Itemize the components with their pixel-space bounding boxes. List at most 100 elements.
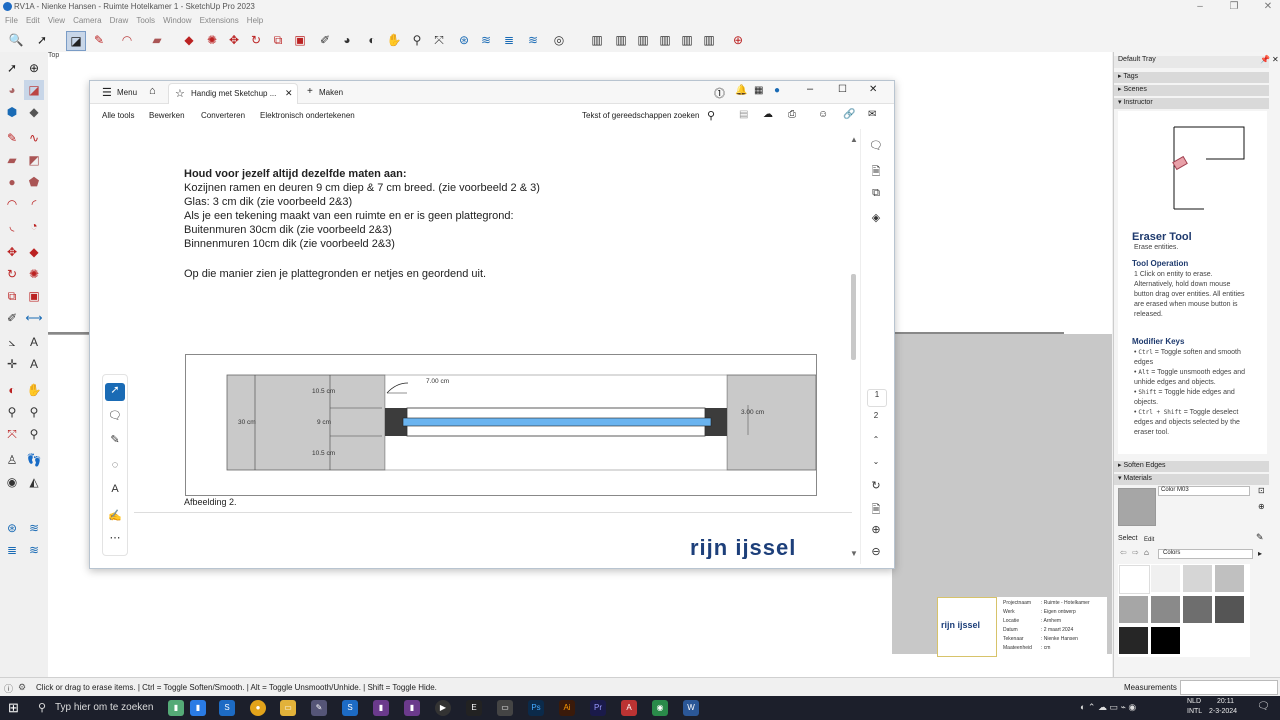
pie-icon[interactable]: ◔	[24, 216, 44, 236]
document-tab[interactable]: ☆ Handig met Sketchup ... ✕	[168, 83, 298, 104]
dimension-icon[interactable]: ⟷	[24, 308, 44, 328]
mail-icon[interactable]: ✉	[868, 109, 876, 120]
bookmark-icon[interactable]: 🗎	[867, 163, 885, 179]
position-camera-icon[interactable]: ♙	[2, 450, 22, 470]
offset-tool-icon[interactable]: ▣	[291, 31, 309, 49]
scale-tool-icon[interactable]: ⧉	[269, 31, 287, 49]
geo-icon[interactable]: ⚙	[18, 682, 26, 693]
menu-window[interactable]: Window	[163, 16, 191, 25]
freehand-icon[interactable]: ∿	[24, 128, 44, 148]
windows-start-icon[interactable]: ⊞	[8, 700, 19, 716]
new-tab-plus-icon[interactable]: +	[307, 86, 313, 97]
follow-me-icon[interactable]: ✺	[203, 31, 221, 49]
color-swatch[interactable]	[1151, 596, 1180, 623]
link-icon[interactable]: 🔗	[843, 109, 855, 120]
arc2-icon[interactable]: ◜	[24, 194, 44, 214]
rotate-tool-icon[interactable]: ↻	[247, 31, 265, 49]
taskbar-app-icon[interactable]: ◉	[652, 700, 668, 716]
instructor-panel-header[interactable]: ▾ Instructor	[1114, 98, 1269, 109]
pointer-tool-icon[interactable]: ➚	[105, 383, 125, 401]
component-icon[interactable]: ⬢	[2, 102, 22, 122]
arc3-icon[interactable]: ◟	[2, 216, 22, 236]
language-bottom[interactable]: INTL	[1187, 708, 1202, 715]
orbit2-icon[interactable]: ◐	[2, 380, 22, 400]
page-up-icon[interactable]: ⌃	[867, 435, 885, 451]
scale-icon[interactable]: ⧉	[2, 286, 22, 306]
sample-paint-icon[interactable]: ✎	[1256, 532, 1264, 543]
view-left-icon[interactable]: ▥	[700, 31, 718, 49]
zoom-icon[interactable]: ⚲	[408, 31, 426, 49]
profile-icon[interactable]: ●	[774, 85, 780, 96]
layout-small-icon[interactable]: ≣	[2, 540, 22, 560]
rotate-icon[interactable]: ↻	[2, 264, 22, 284]
move-tool-icon[interactable]: ✥	[225, 31, 243, 49]
language-top[interactable]: NLD	[1187, 698, 1201, 705]
layout-icon[interactable]: ≣	[500, 31, 518, 49]
tape-measure-icon[interactable]: ✐	[316, 31, 334, 49]
section-plane-icon[interactable]: ◭	[24, 472, 44, 492]
paint-bucket-icon[interactable]: ◕	[338, 31, 356, 49]
create-material-icon[interactable]: ⊕	[1258, 502, 1265, 511]
scenes-panel-header[interactable]: ▸ Scenes	[1114, 85, 1269, 96]
previous-view-icon[interactable]: ⚲	[24, 424, 44, 444]
material-name-field[interactable]: Color M03	[1158, 486, 1250, 496]
record-icon[interactable]: ⊕	[729, 31, 747, 49]
look-around-icon[interactable]: ◉	[2, 472, 22, 492]
search-icon[interactable]: 🔍	[7, 31, 25, 49]
zoom-extents-icon[interactable]: ⤧	[430, 31, 448, 49]
zoom-small-icon[interactable]: ⚲	[2, 402, 22, 422]
taskbar-app-icon[interactable]: ▮	[190, 700, 206, 716]
taskbar-search-icon[interactable]: ⚲	[38, 701, 46, 714]
library-select[interactable]: Colors	[1158, 549, 1253, 559]
push-pull-icon[interactable]: ◆	[180, 31, 198, 49]
menu-camera[interactable]: Camera	[73, 16, 101, 25]
taskbar-app-icon[interactable]: ✎	[311, 700, 327, 716]
share-user-icon[interactable]: ☺	[818, 109, 828, 120]
polygon-icon[interactable]: ⬟	[24, 172, 44, 192]
more-options-icon[interactable]: ⋯	[105, 531, 125, 549]
new-tab-button[interactable]: Maken	[319, 88, 343, 97]
text-box-icon[interactable]: A	[105, 483, 125, 501]
star-icon[interactable]: ☆	[175, 87, 185, 100]
taskbar-explorer-icon[interactable]: ▭	[280, 700, 296, 716]
tab-close-icon[interactable]: ✕	[285, 88, 293, 99]
stamp-icon[interactable]: ✍	[105, 509, 125, 527]
pencil-icon[interactable]: ✎	[2, 128, 22, 148]
menu-tools[interactable]: Tools	[136, 16, 155, 25]
pages-icon[interactable]: ⧉	[867, 187, 885, 203]
help-icon[interactable]: ⓵	[714, 85, 725, 101]
page-number-2[interactable]: 2	[867, 411, 885, 427]
ext-small-icon[interactable]: ≋	[24, 518, 44, 538]
tools-search-input[interactable]: Tekst of gereedschappen zoeken	[582, 111, 699, 120]
tray-close-icon[interactable]: ✕	[1272, 55, 1279, 64]
3d-text-icon[interactable]: A	[24, 354, 44, 374]
menu-button[interactable]: Menu	[117, 88, 137, 97]
taskbar-app-icon[interactable]: ▮	[168, 700, 184, 716]
zoom-in-icon[interactable]: ⊕	[867, 523, 885, 539]
warehouse-small-icon[interactable]: ⊛	[2, 518, 22, 538]
refresh-icon[interactable]: ↻	[867, 479, 885, 495]
pdf-maximize-button[interactable]: ☐	[838, 84, 847, 95]
view-front-icon[interactable]: ▥	[634, 31, 652, 49]
color-swatch[interactable]	[1151, 565, 1180, 592]
details-arrow-icon[interactable]: ▸	[1258, 549, 1262, 558]
orbit-small-icon[interactable]: ⊕	[24, 58, 44, 78]
followme-icon[interactable]: ✺	[24, 264, 44, 284]
account-icon[interactable]: ◎	[550, 31, 568, 49]
line-tool-icon[interactable]: ✎	[90, 31, 108, 49]
tags-panel-header[interactable]: ▸ Tags	[1114, 72, 1269, 83]
save-icon[interactable]: ▤	[739, 109, 748, 120]
arc-tool-icon[interactable]: ◠	[118, 31, 136, 49]
home-icon[interactable]: ⌂	[149, 85, 156, 97]
taskbar-premiere-icon[interactable]: Pr	[590, 700, 606, 716]
view-top-icon[interactable]: ▥	[612, 31, 630, 49]
pan-small-icon[interactable]: ✋	[24, 380, 44, 400]
lasso-icon[interactable]: ◌	[105, 459, 125, 477]
rotated-rect-icon[interactable]: ◩	[24, 150, 44, 170]
taskbar-app-icon[interactable]: ▮	[404, 700, 420, 716]
taskbar-photoshop-icon[interactable]: Ps	[528, 700, 544, 716]
extension-icon[interactable]: ≋	[477, 31, 495, 49]
library-home-icon[interactable]: ⌂	[1144, 548, 1149, 557]
pushpull-icon[interactable]: ◆	[24, 242, 44, 262]
color-swatch[interactable]	[1119, 596, 1148, 623]
